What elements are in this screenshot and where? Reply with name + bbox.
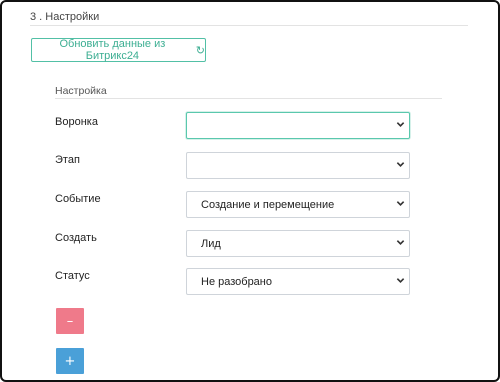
- chevron-down-icon: [396, 239, 405, 245]
- status-select[interactable]: Не разобрано: [186, 268, 410, 295]
- refresh-button-label: Обновить данные из Битрикс24: [59, 38, 166, 62]
- funnel-select[interactable]: [186, 112, 410, 139]
- stage-label: Этап: [55, 154, 80, 166]
- status-select-value: Не разобрано: [201, 275, 272, 288]
- refresh-icon: ↻: [195, 44, 205, 57]
- add-setting-button[interactable]: +: [56, 348, 84, 374]
- event-label: Событие: [55, 193, 101, 205]
- settings-subtitle: Настройка: [55, 85, 107, 97]
- settings-divider: [55, 98, 442, 99]
- status-label: Статус: [55, 270, 90, 282]
- create-select-value: Лид: [201, 237, 221, 250]
- chevron-down-icon: [396, 161, 405, 167]
- section-title: 3 . Настройки: [30, 11, 100, 23]
- event-select-value: Создание и перемещение: [201, 198, 335, 211]
- funnel-label: Воронка: [55, 116, 98, 128]
- chevron-down-icon: [396, 277, 405, 283]
- stage-select[interactable]: [186, 152, 410, 179]
- settings-panel: 3 . Настройки Обновить данные из Битрикс…: [0, 0, 500, 382]
- create-select[interactable]: Лид: [186, 230, 410, 257]
- chevron-down-icon: [396, 200, 405, 206]
- section-divider: [30, 25, 468, 26]
- event-select[interactable]: Создание и перемещение: [186, 191, 410, 218]
- chevron-down-icon: [396, 121, 405, 127]
- create-label: Создать: [55, 232, 97, 244]
- refresh-bitrix-button[interactable]: Обновить данные из Битрикс24 ↻: [31, 38, 206, 62]
- remove-setting-button[interactable]: –: [56, 308, 84, 334]
